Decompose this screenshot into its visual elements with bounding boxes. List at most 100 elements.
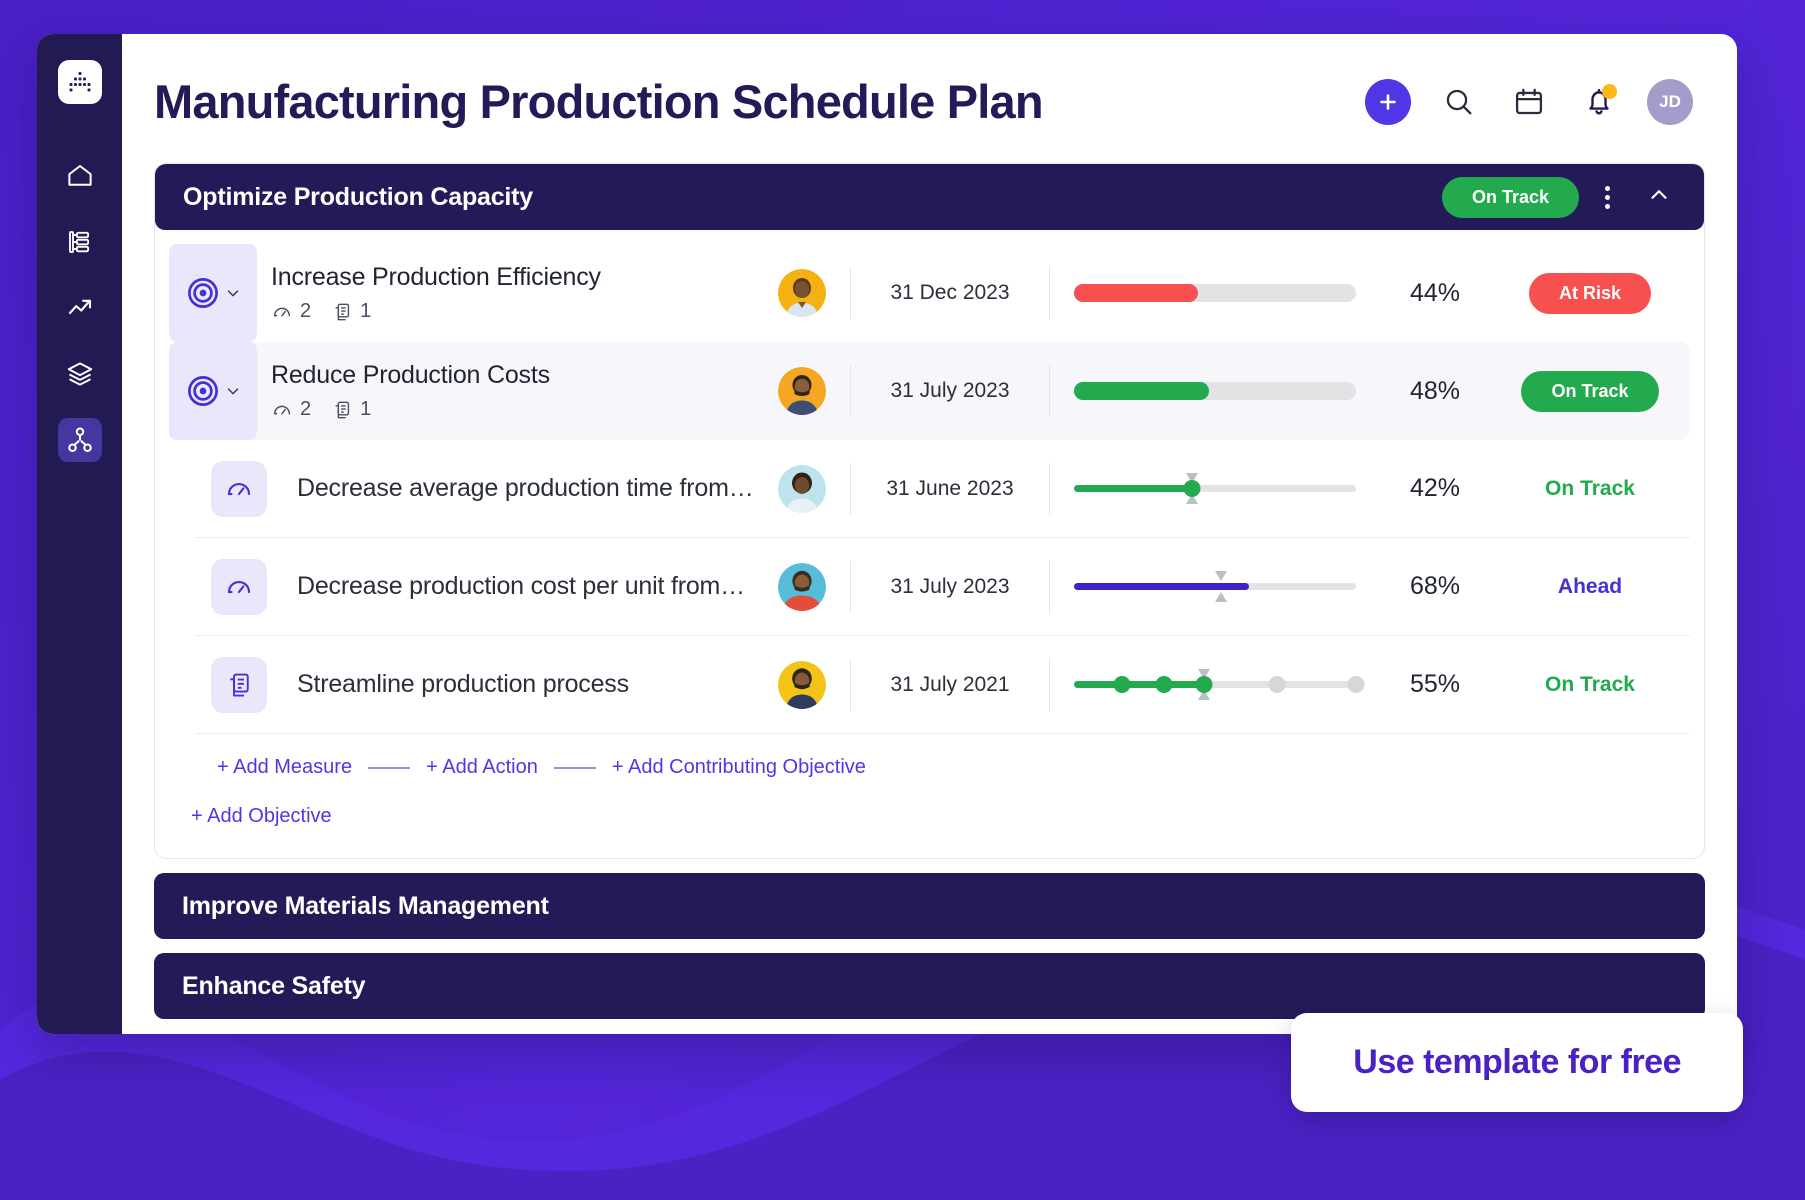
- target-marker[interactable]: [1213, 570, 1229, 603]
- owner-avatar-cell[interactable]: [754, 563, 850, 611]
- milestone-dot-complete[interactable]: [1156, 676, 1173, 693]
- milestone-bar-cell: [1050, 681, 1380, 688]
- milestone-dot-pending[interactable]: [1348, 676, 1365, 693]
- sidebar-item-layers[interactable]: [58, 352, 102, 396]
- action-docs-icon: [331, 399, 353, 421]
- sidebar-item-analytics[interactable]: [58, 286, 102, 330]
- action-icon-cell: [195, 657, 283, 713]
- measures-count: 2: [271, 300, 311, 323]
- measure-main: Decrease production cost per unit from…: [283, 572, 754, 601]
- status-cell: On Track: [1490, 477, 1690, 501]
- measure-bar-cell: [1050, 583, 1380, 590]
- progress-percent: 44%: [1380, 279, 1490, 308]
- kebab-menu-icon[interactable]: [1597, 178, 1618, 217]
- add-measure-link[interactable]: + Add Measure: [217, 756, 352, 779]
- owner-avatar-cell[interactable]: [754, 269, 850, 317]
- measure-row[interactable]: Decrease average production time from…: [195, 440, 1690, 538]
- sidebar-item-strategy-map[interactable]: [58, 418, 102, 462]
- objective-row[interactable]: Increase Production Efficiency 2: [169, 244, 1690, 342]
- measure-list: Decrease average production time from…: [195, 440, 1690, 783]
- action-row[interactable]: Streamline production process: [195, 636, 1690, 734]
- due-date: 31 Dec 2023: [850, 267, 1050, 319]
- goal-card-header: Optimize Production Capacity On Track: [155, 164, 1704, 230]
- logo-dots-icon[interactable]: [58, 60, 102, 104]
- status-cell: On Track: [1490, 673, 1690, 697]
- avatar[interactable]: [778, 465, 826, 513]
- measures-count: 2: [271, 398, 311, 421]
- status-text: On Track: [1545, 673, 1635, 697]
- search-icon[interactable]: [1437, 80, 1481, 124]
- add-links: + Add Measure + Add Action + Add Contrib…: [195, 734, 1690, 783]
- objective-title: Reduce Production Costs: [271, 361, 754, 390]
- objective-icon-group[interactable]: [169, 342, 257, 440]
- bell-icon[interactable]: [1577, 80, 1621, 124]
- main-content: Manufacturing Production Schedule Plan: [122, 34, 1737, 1034]
- chevron-up-icon[interactable]: [1636, 174, 1682, 221]
- progress-percent: 42%: [1380, 474, 1490, 503]
- objective-row[interactable]: Reduce Production Costs 2: [169, 342, 1690, 440]
- progress-percent: 48%: [1380, 377, 1490, 406]
- status-badge[interactable]: At Risk: [1529, 273, 1651, 314]
- measure-icon-cell: [195, 559, 283, 615]
- due-date: 31 July 2021: [850, 659, 1050, 711]
- milestone-track[interactable]: [1074, 681, 1356, 688]
- milestone-dot-complete[interactable]: [1113, 676, 1130, 693]
- screenshot-stage: Manufacturing Production Schedule Plan: [0, 0, 1805, 1200]
- objective-title: Increase Production Efficiency: [271, 263, 754, 292]
- sidebar: [37, 34, 122, 1034]
- status-cell: At Risk: [1490, 273, 1690, 314]
- measure-track[interactable]: [1074, 583, 1356, 590]
- avatar[interactable]: [778, 367, 826, 415]
- milestone-fill: [1074, 681, 1204, 688]
- owner-avatar-cell[interactable]: [754, 661, 850, 709]
- calendar-icon[interactable]: [1507, 80, 1551, 124]
- action-docs-icon: [211, 657, 267, 713]
- objective-main: Increase Production Efficiency 2: [257, 263, 754, 323]
- avatar[interactable]: [778, 269, 826, 317]
- goal-card-header-actions: On Track: [1442, 174, 1682, 221]
- objective-meta: 2 1: [271, 398, 754, 421]
- measure-bar-cell: [1050, 485, 1380, 492]
- owner-avatar-cell[interactable]: [754, 367, 850, 415]
- progress-track: [1074, 382, 1356, 400]
- milestone-dot-pending[interactable]: [1269, 676, 1286, 693]
- divider: [554, 767, 596, 769]
- add-button[interactable]: [1365, 79, 1411, 125]
- status-text: On Track: [1545, 477, 1635, 501]
- progress-bar-cell: [1050, 382, 1380, 400]
- goal-card-body: Increase Production Efficiency 2: [155, 230, 1704, 858]
- topbar: Manufacturing Production Schedule Plan: [122, 34, 1737, 129]
- status-cell: Ahead: [1490, 575, 1690, 599]
- avatar[interactable]: [778, 563, 826, 611]
- progress-bar-cell: [1050, 284, 1380, 302]
- owner-avatar-cell[interactable]: [754, 465, 850, 513]
- objective-meta: 2 1: [271, 300, 754, 323]
- avatar[interactable]: JD: [1647, 79, 1693, 125]
- progress-percent: 68%: [1380, 572, 1490, 601]
- collapsed-goal-card[interactable]: Enhance Safety: [154, 953, 1705, 1019]
- add-objective-link[interactable]: + Add Objective: [169, 783, 1690, 838]
- add-contributing-objective-link[interactable]: + Add Contributing Objective: [612, 756, 866, 779]
- page-title: Manufacturing Production Schedule Plan: [154, 74, 1043, 129]
- topbar-actions: JD: [1365, 79, 1693, 125]
- gauge-icon: [271, 399, 293, 421]
- collapsed-goal-card[interactable]: Improve Materials Management: [154, 873, 1705, 939]
- avatar[interactable]: [778, 661, 826, 709]
- goal-card: Optimize Production Capacity On Track: [154, 163, 1705, 859]
- status-badge[interactable]: On Track: [1521, 371, 1658, 412]
- chevron-down-icon: [224, 382, 242, 400]
- measure-row[interactable]: Decrease production cost per unit from…: [195, 538, 1690, 636]
- sidebar-item-home[interactable]: [58, 154, 102, 198]
- notification-badge: [1602, 84, 1617, 99]
- sidebar-item-board[interactable]: [58, 220, 102, 264]
- add-action-link[interactable]: + Add Action: [426, 756, 538, 779]
- measure-track[interactable]: [1074, 485, 1356, 492]
- status-cell: On Track: [1490, 371, 1690, 412]
- gauge-icon: [211, 559, 267, 615]
- objective-icon-group[interactable]: [169, 244, 257, 342]
- status-badge[interactable]: On Track: [1442, 177, 1579, 218]
- milestone-dot-complete[interactable]: [1195, 676, 1212, 693]
- due-date: 31 July 2023: [850, 365, 1050, 417]
- use-template-button[interactable]: Use template for free: [1291, 1013, 1743, 1112]
- due-date: 31 June 2023: [850, 463, 1050, 515]
